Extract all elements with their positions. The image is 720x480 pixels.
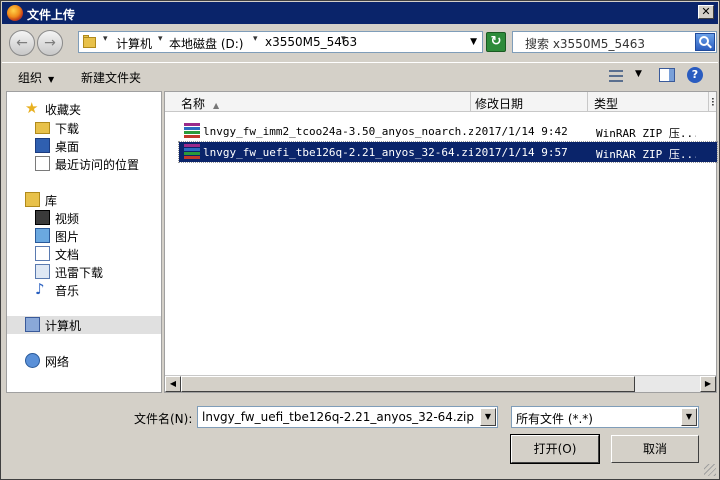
- arrow-left-icon: ←: [16, 35, 28, 51]
- column-header-type[interactable]: 类型: [588, 92, 709, 112]
- library-icon: [25, 192, 40, 207]
- firefox-icon: [7, 5, 23, 21]
- desktop-icon: [35, 138, 50, 153]
- column-header-name[interactable]: 名称 ▲: [165, 92, 471, 112]
- chevron-down-icon[interactable]: ▾: [158, 34, 163, 44]
- file-date: 2017/1/14 9:42: [475, 125, 568, 138]
- search-placeholder: 搜索 x3550M5_5463: [525, 37, 645, 51]
- chevron-down-icon[interactable]: ▾: [103, 34, 108, 44]
- search-input[interactable]: 搜索 x3550M5_5463: [512, 31, 717, 53]
- refresh-button[interactable]: ↻: [486, 32, 506, 52]
- navigation-bar: ← → ▾ 计算机 ▾ 本地磁盘 (D:) ▾ x3550M5_5463 ▾ ▼…: [2, 25, 718, 61]
- chevron-down-icon[interactable]: ▼: [681, 408, 697, 426]
- organize-button[interactable]: 组织 ▼: [18, 69, 54, 86]
- sidebar-item-desktop[interactable]: 桌面: [35, 137, 155, 155]
- arrow-right-icon: →: [44, 35, 56, 51]
- scroll-thumb[interactable]: [181, 376, 635, 392]
- chevron-down-icon: ▼: [48, 75, 55, 84]
- chevron-down-icon[interactable]: ▾: [341, 34, 346, 44]
- title-bar[interactable]: 文件上传 ✕: [2, 2, 718, 24]
- column-header-more[interactable]: ⁝: [709, 92, 717, 112]
- file-row-selected[interactable]: lnvgy_fw_uefi_tbe126q-2.21_anyos_32-64.z…: [178, 141, 718, 163]
- chevron-down-icon[interactable]: ▾: [253, 34, 258, 44]
- navigation-pane: ★ 收藏夹 下载 桌面 最近访问的位置 库 视频 图片 文档 迅雷下载 ♪ 音乐…: [6, 91, 162, 393]
- sidebar-item-pictures[interactable]: 图片: [35, 227, 155, 245]
- horizontal-scrollbar[interactable]: ◀ ▶: [165, 375, 716, 392]
- open-button[interactable]: 打开(O): [510, 434, 600, 464]
- search-icon[interactable]: [695, 33, 715, 51]
- command-toolbar: 组织 ▼ 新建文件夹 ▼ ?: [2, 62, 718, 90]
- sidebar-item-network[interactable]: 网络: [25, 352, 155, 370]
- file-type: WinRAR ZIP 压...: [596, 127, 696, 140]
- filename-field[interactable]: lnvgy_fw_uefi_tbe126q-2.21_anyos_32-64.z…: [197, 406, 498, 428]
- breadcrumb-local-disk[interactable]: 本地磁盘 (D:): [169, 35, 243, 52]
- scroll-left-button[interactable]: ◀: [165, 376, 181, 392]
- filename-label: 文件名(N):: [134, 412, 193, 426]
- document-icon: [35, 246, 50, 261]
- back-button[interactable]: ←: [9, 30, 35, 56]
- file-date: 2017/1/14 9:57: [475, 146, 568, 159]
- filename-history-dropdown[interactable]: ▼: [480, 408, 496, 426]
- organize-label: 组织: [18, 71, 43, 85]
- file-type: WinRAR ZIP 压...: [596, 148, 696, 161]
- forward-button[interactable]: →: [37, 30, 63, 56]
- winrar-zip-icon: [184, 123, 200, 139]
- picture-icon: [35, 228, 50, 243]
- resize-grip[interactable]: [704, 464, 716, 476]
- address-bar[interactable]: ▾ 计算机 ▾ 本地磁盘 (D:) ▾ x3550M5_5463 ▾ ▼: [78, 31, 483, 53]
- sort-up-icon: ▲: [213, 101, 220, 110]
- music-note-icon: ♪: [35, 280, 45, 298]
- downloads-folder-icon: [35, 122, 50, 134]
- file-list: 名称 ▲ 修改日期 类型 ⁝ lnvgy_fw_imm2_tcoo24a-3.50…: [164, 91, 718, 393]
- sidebar-item-computer[interactable]: 计算机: [7, 316, 161, 334]
- star-icon: ★: [25, 99, 39, 117]
- file-upload-dialog: 文件上传 ✕ ← → ▾ 计算机 ▾ 本地磁盘 (D:) ▾ x3550M5_5…: [0, 0, 720, 480]
- sidebar-item-recent[interactable]: 最近访问的位置: [35, 155, 155, 173]
- filename-value: lnvgy_fw_uefi_tbe126q-2.21_anyos_32-64.z…: [202, 410, 474, 424]
- view-dropdown-button[interactable]: ▼: [635, 69, 642, 79]
- sidebar-item-downloads[interactable]: 下载: [35, 119, 155, 137]
- file-name: lnvgy_fw_imm2_tcoo24a-3.50_anyos_noarch.…: [203, 125, 473, 138]
- folder-icon: [83, 35, 98, 49]
- sidebar-item-thunder-downloads[interactable]: 迅雷下载: [35, 263, 155, 281]
- window-title: 文件上传: [27, 8, 76, 22]
- sidebar-item-libraries[interactable]: 库: [25, 191, 155, 209]
- recent-places-icon: [35, 156, 50, 171]
- scroll-right-button[interactable]: ▶: [700, 376, 716, 392]
- sidebar-item-favorites[interactable]: ★ 收藏夹: [25, 100, 155, 118]
- sidebar-item-music[interactable]: ♪ 音乐: [35, 281, 155, 299]
- column-header-row: 名称 ▲ 修改日期 类型 ⁝: [165, 92, 716, 112]
- sidebar-item-documents[interactable]: 文档: [35, 245, 155, 263]
- download-icon: [35, 264, 50, 279]
- address-history-dropdown[interactable]: ▼: [470, 37, 477, 47]
- video-icon: [35, 210, 50, 225]
- file-row[interactable]: lnvgy_fw_imm2_tcoo24a-3.50_anyos_noarch.…: [179, 121, 717, 141]
- view-options-icon[interactable]: [609, 70, 623, 82]
- file-type-select[interactable]: 所有文件 (*.*) ▼: [511, 406, 699, 428]
- file-name: lnvgy_fw_uefi_tbe126q-2.21_anyos_32-64.z…: [203, 146, 473, 159]
- help-icon[interactable]: ?: [687, 67, 703, 83]
- computer-icon: [25, 317, 40, 332]
- winrar-zip-icon: [184, 144, 200, 160]
- column-header-date[interactable]: 修改日期: [471, 92, 588, 112]
- preview-pane-icon[interactable]: [659, 68, 675, 82]
- cancel-button[interactable]: 取消: [611, 435, 699, 463]
- new-folder-button[interactable]: 新建文件夹: [81, 69, 141, 86]
- close-button[interactable]: ✕: [698, 5, 714, 19]
- breadcrumb-computer[interactable]: 计算机: [116, 35, 152, 52]
- sidebar-item-videos[interactable]: 视频: [35, 209, 155, 227]
- file-type-value: 所有文件 (*.*): [516, 412, 593, 426]
- network-icon: [25, 353, 40, 368]
- refresh-icon: ↻: [490, 34, 502, 49]
